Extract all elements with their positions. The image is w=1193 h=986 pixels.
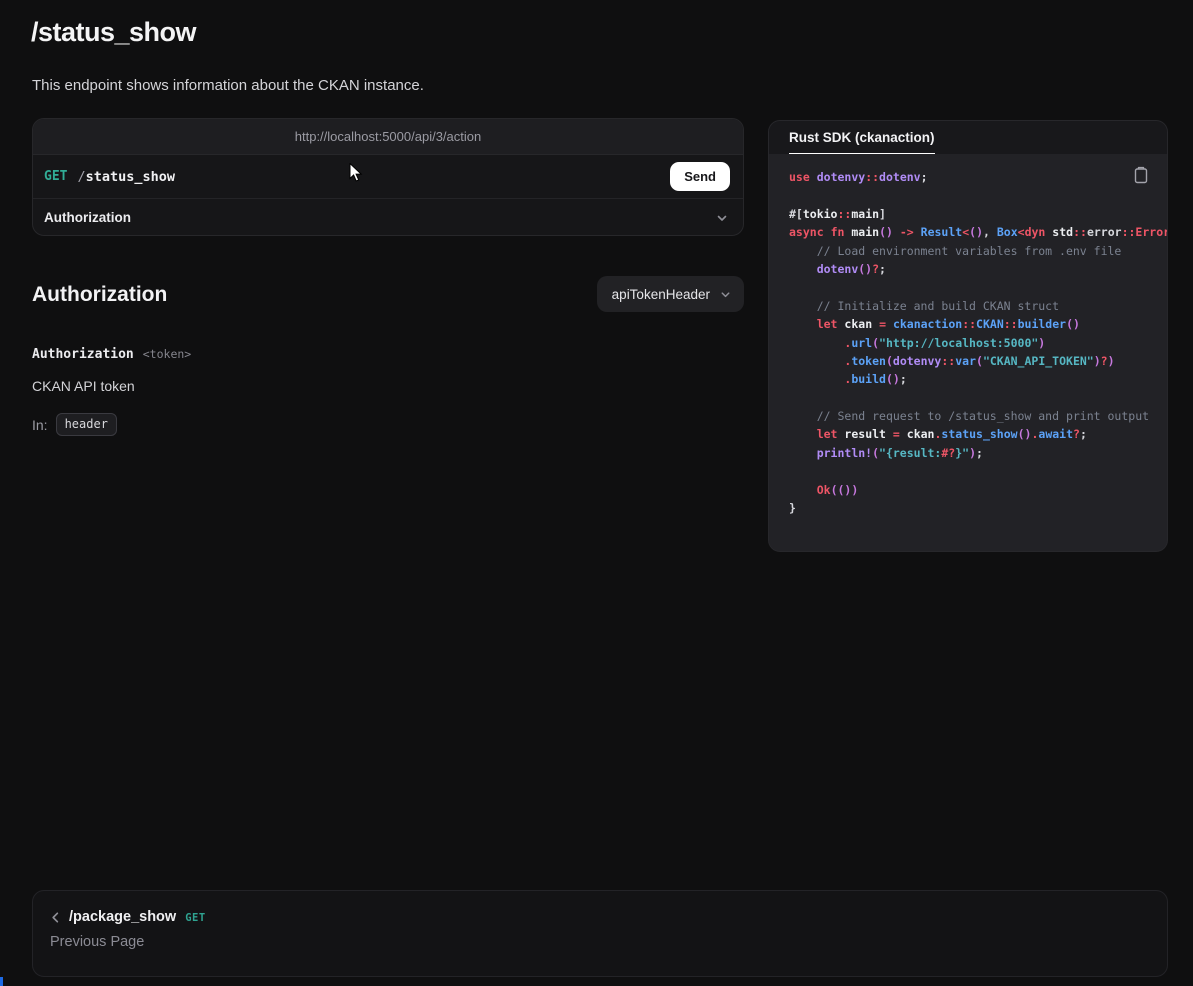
endpoint-path: /status_show [77, 169, 175, 185]
base-url-text: http://localhost:5000/api/3/action [295, 129, 481, 144]
prev-page-method-badge: GET [185, 910, 205, 924]
param-description: CKAN API token [32, 378, 135, 394]
playground-auth-label: Authorization [44, 210, 131, 225]
api-playground: http://localhost:5000/api/3/action GET /… [32, 118, 744, 236]
code-block[interactable]: use dotenvy::dotenv; #[tokio::main]async… [769, 154, 1167, 551]
auth-scheme-value: apiTokenHeader [612, 287, 710, 302]
in-label: In: [32, 417, 48, 433]
path-prefix: / [77, 169, 85, 185]
param-location-row: In: header [32, 413, 117, 436]
playground-auth-toggle[interactable]: Authorization [33, 199, 743, 236]
chevron-down-icon [715, 211, 729, 225]
send-button[interactable]: Send [670, 162, 730, 191]
page-description: This endpoint shows information about th… [32, 77, 424, 94]
focus-indicator-bar [0, 977, 3, 986]
tab-rust-sdk[interactable]: Rust SDK (ckanaction) [789, 130, 935, 154]
code-panel: Rust SDK (ckanaction) use dotenvy::doten… [768, 120, 1168, 552]
path-name: status_show [86, 169, 175, 185]
param-name: Authorization [32, 347, 134, 362]
chevron-down-icon [719, 288, 732, 301]
prev-page-path: /package_show [69, 909, 176, 925]
chevron-left-icon [49, 911, 62, 924]
page-title: /status_show [31, 17, 196, 48]
api-docs-page: /status_show This endpoint shows informa… [0, 0, 1193, 986]
param-location-badge: header [56, 413, 117, 436]
prev-page-row: /package_show GET [49, 909, 1151, 925]
prev-page-card[interactable]: /package_show GET Previous Page [32, 890, 1168, 977]
prev-page-label: Previous Page [50, 934, 1151, 950]
method-label: GET [44, 169, 67, 184]
base-url-bar[interactable]: http://localhost:5000/api/3/action [33, 119, 743, 155]
authorization-heading: Authorization [32, 283, 167, 307]
auth-param-row: Authorization <token> [32, 347, 191, 362]
param-type: <token> [143, 347, 191, 361]
code-panel-tabbar: Rust SDK (ckanaction) [769, 121, 1167, 154]
request-row: GET /status_show Send [33, 155, 743, 199]
auth-scheme-dropdown[interactable]: apiTokenHeader [597, 276, 744, 312]
